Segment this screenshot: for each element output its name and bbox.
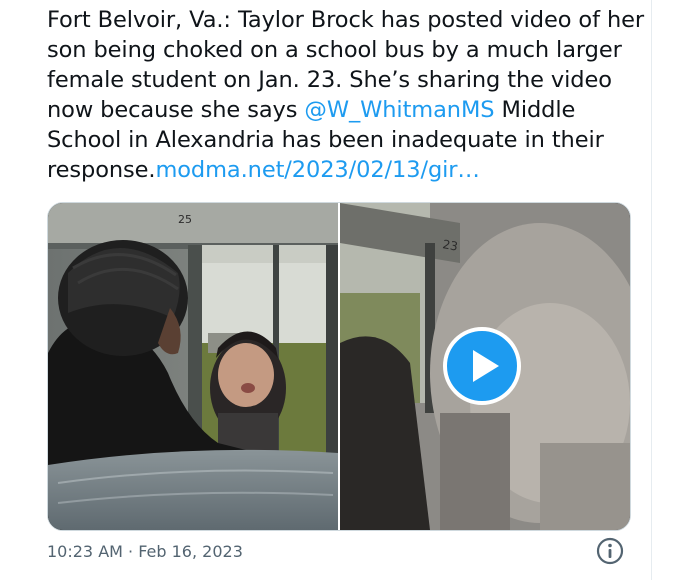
play-icon: [472, 350, 499, 382]
mention-link[interactable]: @W_WhitmanMS: [304, 97, 494, 123]
tweet-text-fragment: Middle: [494, 97, 576, 123]
seat-number-label: 25: [178, 213, 192, 226]
play-button[interactable]: [443, 327, 521, 405]
tweet-text-fragment: response.: [47, 157, 156, 183]
seat-number-label: 23: [441, 237, 458, 253]
info-icon[interactable]: [596, 537, 624, 565]
video-thumbnail-left[interactable]: 25: [48, 203, 338, 530]
tweet-timestamp[interactable]: 10:23 AM · Feb 16, 2023: [47, 542, 243, 561]
tweet-text-line: female student on Jan. 23. She’s sharing…: [47, 67, 612, 93]
tweet-text: Fort Belvoir, Va.: Taylor Brock has post…: [47, 5, 645, 185]
article-link[interactable]: modma.net/2023/02/13/gir…: [155, 157, 479, 183]
bus-scene-left: 25: [48, 203, 338, 530]
tweet-text-line: School in Alexandria has been inadequate…: [47, 127, 604, 153]
tweet-text-line: now because she says @W_WhitmanMS Middle: [47, 95, 637, 125]
tweet-text-line: response.modma.net/2023/02/13/gir…: [47, 155, 637, 185]
media-grid: 25 23: [47, 202, 631, 531]
tweet-text-line: son being choked on a school bus by a mu…: [47, 37, 622, 63]
tweet-text-fragment: now because she says: [47, 97, 305, 123]
video-thumbnail-right[interactable]: 23: [340, 203, 630, 530]
tweet-text-line: Fort Belvoir, Va.: Taylor Brock has post…: [47, 7, 645, 33]
